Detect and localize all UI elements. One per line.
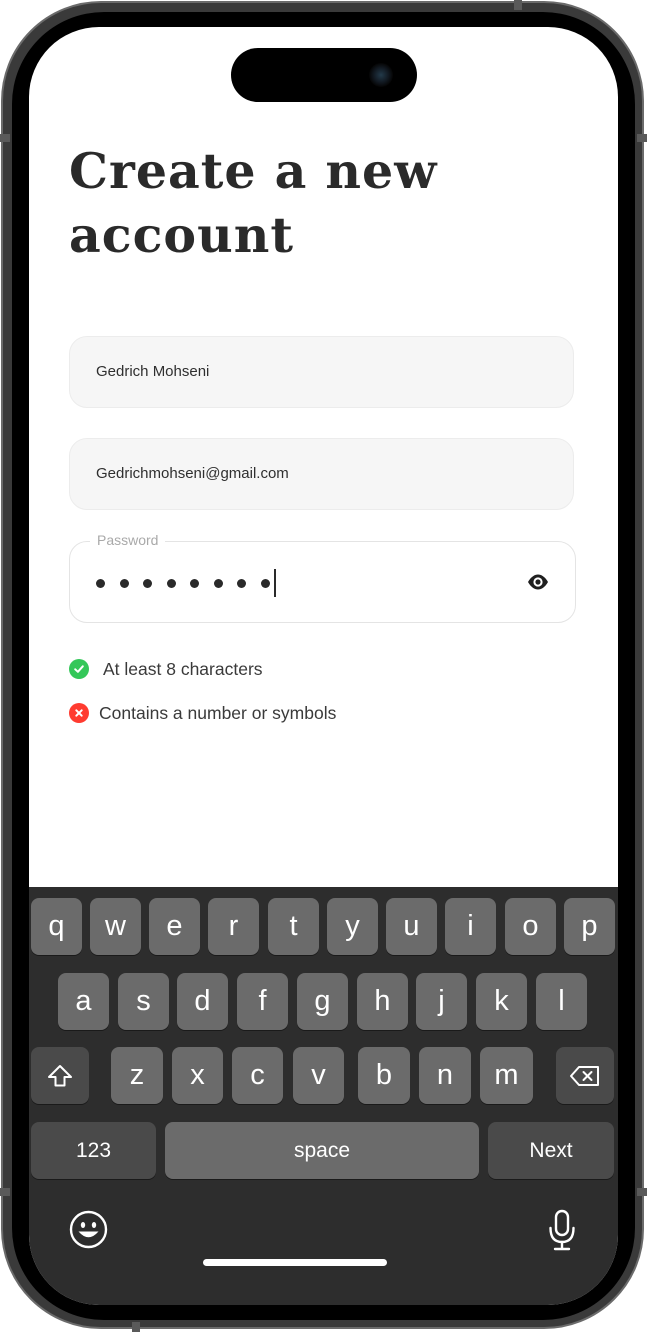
key-e[interactable]: e xyxy=(149,898,200,955)
name-field-value: Gedrich Mohseni xyxy=(96,363,210,380)
rule-number-symbol-text: Contains a number or symbols xyxy=(99,702,337,723)
shift-key[interactable] xyxy=(31,1047,89,1104)
password-mask xyxy=(96,568,276,598)
numbers-key[interactable]: 123 xyxy=(31,1122,156,1179)
key-s[interactable]: s xyxy=(118,973,169,1030)
key-f[interactable]: f xyxy=(237,973,288,1030)
password-label: Password xyxy=(90,530,166,550)
microphone-icon[interactable] xyxy=(547,1209,577,1251)
key-y[interactable]: y xyxy=(327,898,378,955)
key-o[interactable]: o xyxy=(505,898,556,955)
key-k[interactable]: k xyxy=(476,973,527,1030)
title-line-1: Create a new xyxy=(69,142,438,200)
password-mask-dot xyxy=(190,578,199,588)
space-key[interactable]: space xyxy=(165,1122,479,1179)
key-r[interactable]: r xyxy=(208,898,259,955)
key-c[interactable]: c xyxy=(232,1047,283,1104)
error-circle-icon xyxy=(69,703,89,723)
dynamic-island xyxy=(231,48,417,102)
key-h[interactable]: h xyxy=(357,973,408,1030)
key-u[interactable]: u xyxy=(386,898,437,955)
key-b[interactable]: b xyxy=(358,1047,410,1104)
key-p[interactable]: p xyxy=(564,898,615,955)
key-j[interactable]: j xyxy=(416,973,467,1030)
password-mask-dot xyxy=(119,578,129,588)
key-q[interactable]: q xyxy=(31,898,82,955)
side-button-right xyxy=(637,134,647,142)
shift-icon xyxy=(48,1064,72,1086)
password-field[interactable]: Password xyxy=(69,530,576,623)
side-button-right-bottom xyxy=(637,1188,647,1196)
key-g[interactable]: g xyxy=(297,973,348,1030)
camera-icon xyxy=(369,63,393,87)
backspace-icon xyxy=(570,1065,599,1086)
email-field-value: Gedrichmohseni@gmail.com xyxy=(96,465,289,482)
password-mask-dot xyxy=(213,578,223,588)
check-circle-icon xyxy=(69,659,89,679)
top-button xyxy=(514,0,522,10)
password-mask-dot xyxy=(166,578,176,588)
screen: Create a new account Gedrich Mohseni Ged… xyxy=(29,27,618,1305)
rule-min-length-text: At least 8 characters xyxy=(103,658,263,679)
key-t[interactable]: t xyxy=(268,898,319,955)
bottom-button xyxy=(132,1322,140,1332)
phone-frame: Create a new account Gedrich Mohseni Ged… xyxy=(0,0,647,1332)
next-key[interactable]: Next xyxy=(488,1122,614,1179)
eye-icon[interactable] xyxy=(527,573,549,591)
key-d[interactable]: d xyxy=(177,973,228,1030)
key-w[interactable]: w xyxy=(90,898,141,955)
rule-number-symbol: Contains a number or symbols xyxy=(69,701,336,725)
key-m[interactable]: m xyxy=(480,1047,533,1104)
name-field[interactable]: Gedrich Mohseni xyxy=(69,336,574,408)
key-a[interactable]: a xyxy=(58,973,109,1030)
key-l[interactable]: l xyxy=(536,973,587,1030)
password-mask-dot xyxy=(237,578,246,588)
key-x[interactable]: x xyxy=(172,1047,223,1104)
key-i[interactable]: i xyxy=(445,898,496,955)
delete-key[interactable] xyxy=(556,1047,614,1104)
password-mask-dot xyxy=(96,578,105,588)
title-line-2: account xyxy=(69,206,294,264)
side-button-left xyxy=(0,134,10,142)
email-field[interactable]: Gedrichmohseni@gmail.com xyxy=(69,438,574,510)
key-n[interactable]: n xyxy=(419,1047,471,1104)
keyboard: q w e r t y u i o p a s d f g h j k l z xyxy=(29,887,618,1305)
password-mask-dot xyxy=(260,578,270,588)
home-indicator[interactable] xyxy=(203,1259,387,1266)
emoji-icon[interactable] xyxy=(69,1210,108,1249)
key-v[interactable]: v xyxy=(293,1047,344,1104)
password-mask-dot xyxy=(143,578,152,588)
side-button-left-bottom xyxy=(0,1188,10,1196)
text-cursor xyxy=(274,569,276,597)
page-title: Create a new account xyxy=(69,139,489,267)
rule-min-length: At least 8 characters xyxy=(69,657,263,681)
key-z[interactable]: z xyxy=(111,1047,163,1104)
